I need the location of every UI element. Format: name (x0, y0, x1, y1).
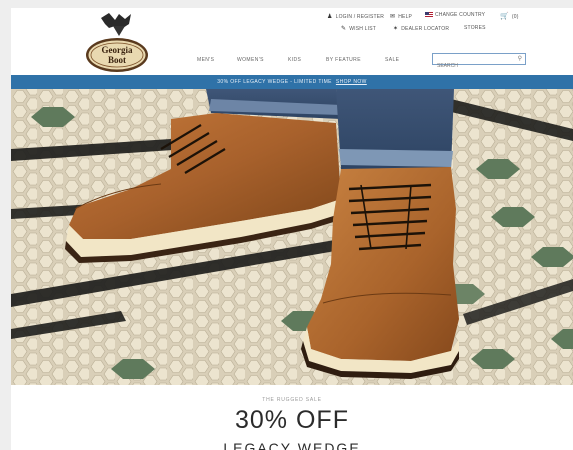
chat-icon: ✉ (390, 14, 396, 20)
user-icon: ♟ (327, 14, 333, 20)
account-label: LOGIN / REGISTER (335, 14, 385, 20)
stores-link[interactable]: STORES (464, 25, 486, 31)
logo-text-line2: Boot (108, 55, 126, 65)
nav-item-mens[interactable]: MEN'S (197, 57, 214, 63)
nav-item-by-feature[interactable]: BY FEATURE (326, 57, 361, 63)
pencil-icon: ✎ (341, 26, 347, 32)
georgia-boot-logo[interactable]: Georgia Boot (79, 10, 155, 74)
pin-icon: ✶ (393, 26, 399, 32)
browser-page: Georgia Boot ♟ LOGIN / REGISTER ✉ HELP CHA… (11, 8, 573, 450)
search-field[interactable]: ⚲ (432, 53, 526, 71)
cart-count: (0) (511, 14, 519, 20)
hero-subheadline: LEGACY WEDGE (223, 440, 361, 450)
wishlist-label: WISH LIST (349, 26, 377, 32)
promo-link[interactable]: SHOP NOW (336, 79, 367, 85)
nav-item-womens[interactable]: WOMEN'S (237, 57, 264, 63)
dealer-locator-link[interactable]: ✶ DEALER LOCATOR (393, 25, 449, 32)
hero-image[interactable] (11, 89, 573, 385)
account-link[interactable]: ♟ LOGIN / REGISTER (327, 13, 384, 20)
cart-link[interactable]: 🛒 (0) (500, 12, 519, 20)
promo-banner: 30% OFF LEGACY WEDGE - LIMITED TIME SHOP … (11, 75, 573, 89)
stores-label: STORES (464, 25, 486, 31)
change-country-link[interactable]: CHANGE COUNTRY (425, 12, 485, 18)
country-label: CHANGE COUNTRY (435, 12, 486, 18)
help-link[interactable]: ✉ HELP (390, 13, 412, 20)
us-flag-icon (425, 12, 433, 18)
cart-icon: 🛒 (500, 13, 509, 20)
search-icon[interactable]: ⚲ (518, 55, 522, 62)
logo-text-line1: Georgia (102, 45, 133, 55)
dealer-label: DEALER LOCATOR (401, 26, 450, 32)
site-header: Georgia Boot ♟ LOGIN / REGISTER ✉ HELP CHA… (11, 8, 573, 75)
nav-item-kids[interactable]: KIDS (288, 57, 301, 63)
hero-kicker: THE RUGGED SALE (262, 397, 322, 403)
wishlist-link[interactable]: ✎ WISH LIST (341, 25, 376, 32)
hero-headline: 30% OFF (235, 406, 349, 434)
help-label: HELP (398, 14, 413, 20)
promo-text: 30% OFF LEGACY WEDGE - LIMITED TIME (217, 79, 332, 85)
nav-item-sale[interactable]: SALE (385, 57, 399, 63)
search-input[interactable] (433, 61, 507, 71)
